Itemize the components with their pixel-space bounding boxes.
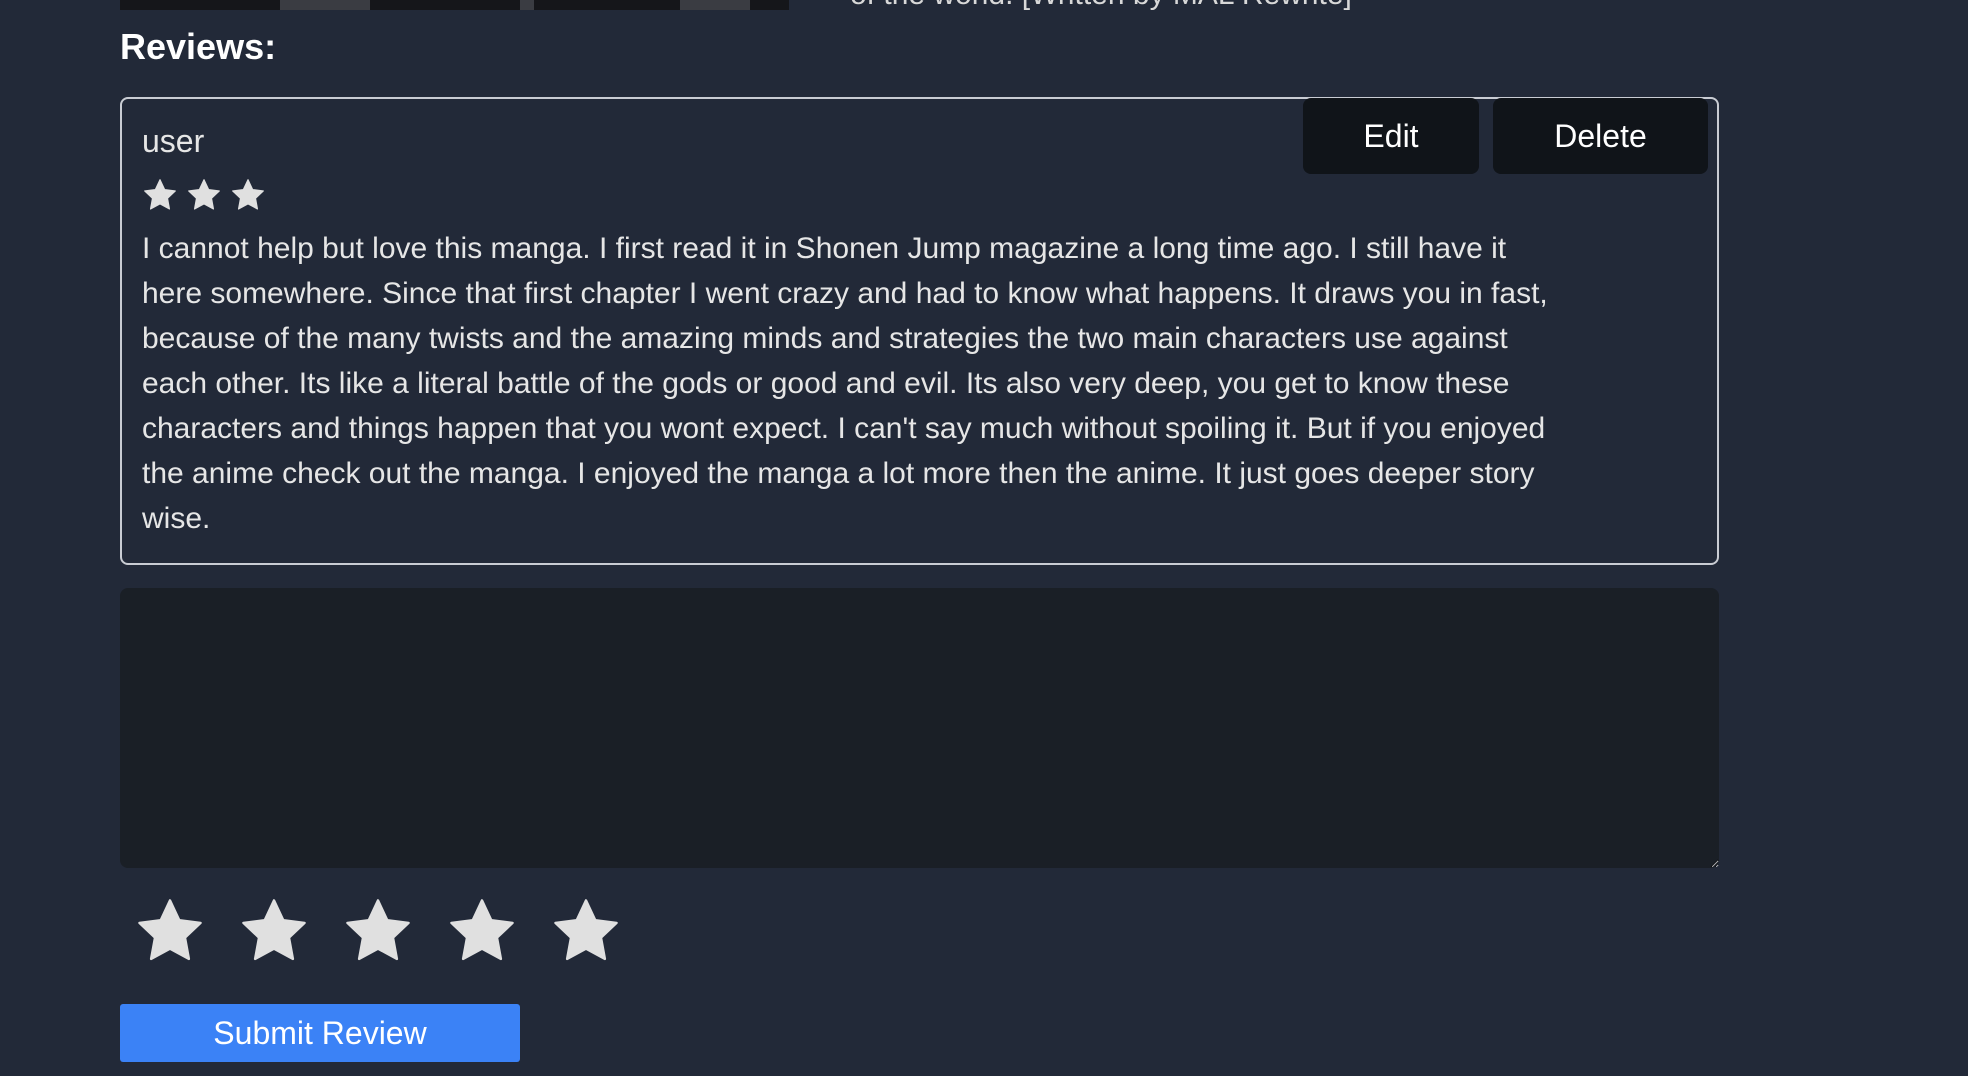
page: of the world. [Written by MAL Rewrite] R… (0, 0, 1968, 1076)
review-textarea[interactable] (120, 588, 1719, 868)
star-icon[interactable] (550, 895, 622, 967)
star-icon[interactable] (238, 895, 310, 967)
star-icon[interactable] (134, 895, 206, 967)
delete-button[interactable]: Delete (1493, 98, 1708, 174)
star-icon[interactable] (342, 895, 414, 967)
star-icon (230, 177, 266, 213)
star-icon[interactable] (446, 895, 518, 967)
review-card: user I cannot help but love this manga. … (120, 97, 1719, 565)
star-icon (186, 177, 222, 213)
cover-image (120, 0, 789, 10)
reviews-heading: Reviews: (120, 26, 277, 67)
description-text: of the world. [Written by MAL Rewrite] (850, 0, 1352, 12)
review-username: user (142, 123, 205, 159)
star-icon (142, 177, 178, 213)
review-text: I cannot help but love this manga. I fir… (142, 232, 1548, 535)
rating-input (134, 895, 622, 967)
submit-review-button[interactable]: Submit Review (120, 1004, 520, 1062)
review-rating (142, 177, 266, 213)
edit-button[interactable]: Edit (1303, 98, 1479, 174)
